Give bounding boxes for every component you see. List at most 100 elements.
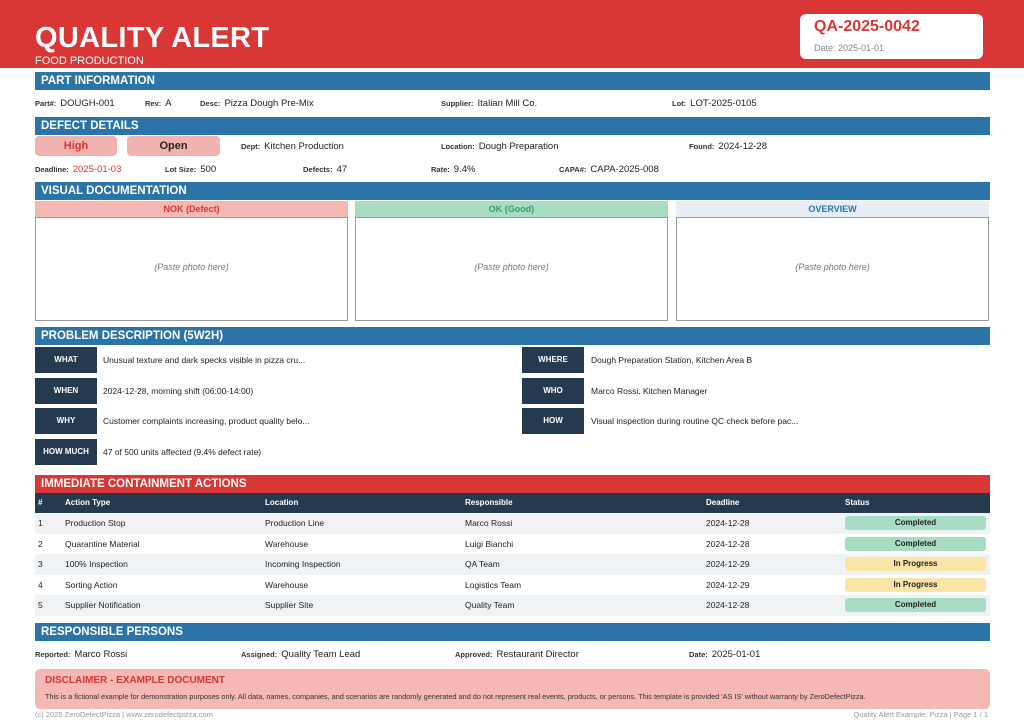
field-assigned-label: Assigned: [241,650,278,659]
field-deadline-label: Deadline: [35,165,69,174]
disclaimer-box: DISCLAIMER - EXAMPLE DOCUMENT This is a … [35,669,990,709]
page-subtitle: FOOD PRODUCTION [35,55,144,67]
field-found: Found: 2024-12-28 [689,141,767,152]
photo-placeholder: (Paste photo here) [154,262,229,272]
label-who: WHO [522,378,584,404]
cell-number: 5 [38,600,43,610]
field-reported-label: Reported: [35,650,71,659]
status-badge: In Progress [845,577,986,592]
field-assigned-value: Quality Team Lead [281,649,361,660]
field-lot-size-label: Lot Size: [165,165,197,174]
section-defect-details: DEFECT DETAILS [35,117,990,135]
text-who: Marco Rossi, Kitchen Manager [591,386,708,396]
cell-deadline: 2024-12-28 [706,538,750,549]
field-supplier-value: Italian Mill Co. [477,98,538,109]
label-why: WHY [35,408,97,434]
field-dept-label: Dept: [241,142,261,151]
text-how-much: 47 of 500 units affected (9.4% defect ra… [103,447,262,457]
col-header-location: Location [265,498,299,507]
section-containment-actions: IMMEDIATE CONTAINMENT ACTIONS [35,475,990,493]
text-when: 2024-12-28, morning shift (06:00-14:00) [103,386,254,396]
cell-deadline: 2024-12-28 [706,600,750,610]
photo-placeholder: (Paste photo here) [474,262,549,272]
col-header-action-type: Action Type [65,498,111,507]
cell-deadline: 2024-12-28 [706,518,750,528]
table-row: 4 Sorting Action Warehouse Logistics Tea… [35,575,990,596]
alert-id: QA-2025-0042 [814,18,920,35]
label-when: WHEN [35,378,97,404]
field-rate: Rate: 9.4% [431,164,475,175]
field-location-value: Dough Preparation [478,141,559,152]
label-where: WHERE [522,347,584,373]
field-supplier: Supplier: Italian Mill Co. [441,98,537,109]
photo-placeholder: (Paste photo here) [795,262,870,272]
field-defects-label: Defects: [303,165,333,174]
field-lot-label: Lot: [672,99,687,108]
text-why: Customer complaints increasing, product … [103,416,310,426]
field-found-label: Found: [689,142,715,151]
label-how-much: HOW MUCH [35,439,97,465]
cell-location: Incoming Inspection [265,559,341,569]
photo-header-nok: NOK (Defect) [35,201,348,217]
field-approved: Approved: Restaurant Director [455,649,579,660]
field-found-value: 2024-12-28 [718,141,768,152]
table-row: 2 Quarantine Material Warehouse Luigi Bi… [35,534,990,555]
field-assigned: Assigned: Quality Team Lead [241,649,360,660]
section-visual-documentation: VISUAL DOCUMENTATION [35,182,990,200]
cell-action-type: Supplier Notification [65,600,141,610]
cell-number: 1 [38,518,43,528]
field-part-value: DOUGH-001 [60,98,115,109]
field-location-label: Location: [441,142,475,151]
cell-responsible: Luigi Bianchi [465,538,514,549]
text-where: Dough Preparation Station, Kitchen Area … [591,355,753,365]
status-badge: Completed [845,516,986,530]
cell-location: Production Line [265,518,325,528]
field-capa-label: CAPA#: [559,165,587,174]
photo-slot-ok[interactable]: (Paste photo here) [355,217,668,321]
cell-number: 4 [38,579,43,590]
field-deadline: Deadline: 2025-01-03 [35,164,121,175]
field-desc-label: Desc: [200,99,221,108]
field-defects: Defects: 47 [303,164,347,175]
priority-badge: High [35,136,117,156]
col-header-deadline: Deadline [706,498,740,507]
field-reported-value: Marco Rossi [74,649,128,660]
field-dept: Dept: Kitchen Production [241,141,344,152]
field-rate-label: Rate: [431,165,450,174]
photo-slot-overview[interactable]: (Paste photo here) [676,217,989,321]
section-responsible-persons: RESPONSIBLE PERSONS [35,623,990,641]
cell-number: 2 [38,538,43,549]
col-header-responsible: Responsible [465,498,513,507]
alert-date: Date: 2025-01-01 [814,43,885,53]
cell-responsible: Logistics Team [465,579,522,590]
cell-responsible: QA Team [465,559,500,569]
col-header-number: # [38,498,43,507]
field-lot-value: LOT-2025-0105 [690,98,757,109]
text-what: Unusual texture and dark specks visible … [103,355,306,365]
field-part-label: Part#: [35,99,57,108]
cell-location: Warehouse [265,538,309,549]
cell-deadline: 2024-12-29 [706,579,750,590]
field-date-value: 2025-01-01 [711,649,761,660]
photo-slot-nok[interactable]: (Paste photo here) [35,217,348,321]
alert-id-box: QA-2025-0042 Date: 2025-01-01 [800,14,983,59]
field-date: Date: 2025-01-01 [689,649,760,660]
field-capa: CAPA#: CAPA-2025-008 [559,164,659,175]
photo-header-overview: OVERVIEW [676,201,989,217]
field-lot-size: Lot Size: 500 [165,164,216,175]
cell-responsible: Quality Team [465,600,515,610]
section-problem-description: PROBLEM DESCRIPTION (5W2H) [35,327,990,345]
footer-copyright: (c) 2025 ZeroDefectPizza | www.zerodefec… [35,710,213,719]
status-badge: In Progress [845,557,986,571]
col-header-status: Status [845,498,870,507]
text-how: Visual inspection during routine QC chec… [591,416,799,426]
cell-action-type: 100% Inspection [65,559,128,569]
status-badge: Completed [845,536,986,551]
field-part: Part#: DOUGH-001 [35,98,115,109]
field-rev-label: Rev: [145,99,162,108]
footer-page-info: Quality Alert Example: Pizza | Page 1 / … [853,710,988,719]
cell-action-type: Quarantine Material [65,538,140,549]
cell-location: Supplier Site [265,600,314,610]
section-part-information: PART INFORMATION [35,72,990,90]
field-defects-value: 47 [336,164,348,175]
